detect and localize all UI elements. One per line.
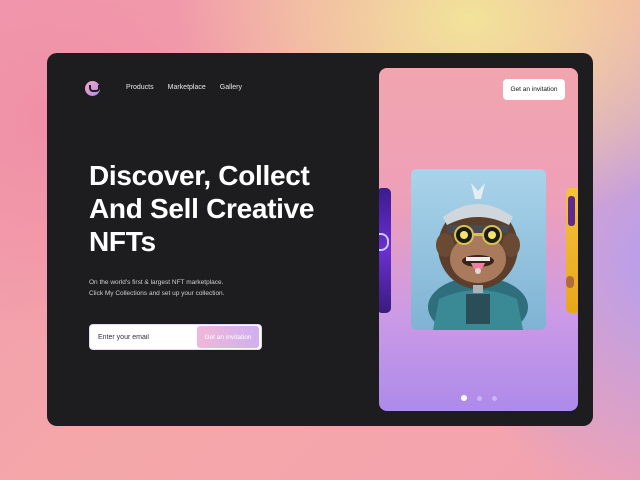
headline-line: Discover, Collect bbox=[89, 160, 310, 191]
carousel-dot-2[interactable] bbox=[477, 395, 482, 401]
headline-line: And Sell Creative bbox=[89, 193, 315, 224]
hero-card: Products Marketplace Gallery Discover, C… bbox=[47, 53, 593, 426]
headline-line: NFTs bbox=[89, 226, 156, 257]
subtitle-line: On the world's first & largest NFT marke… bbox=[89, 279, 224, 286]
carousel-dot-1[interactable] bbox=[461, 395, 467, 401]
nav-gallery[interactable]: Gallery bbox=[220, 84, 242, 91]
get-invitation-button[interactable]: Get an invitation bbox=[503, 79, 565, 100]
main-nav: Products Marketplace Gallery bbox=[126, 84, 242, 91]
email-get-invitation-button[interactable]: Get an invitation bbox=[197, 326, 259, 348]
email-input[interactable] bbox=[98, 333, 197, 341]
hero-subtitle: On the world's first & largest NFT marke… bbox=[89, 277, 309, 299]
subtitle-line: Click My Collections and set up your col… bbox=[89, 290, 225, 297]
email-signup-form: Get an invitation bbox=[89, 324, 262, 350]
carousel-dots bbox=[461, 395, 497, 401]
hero-headline: Discover, Collect And Sell Creative NFTs bbox=[89, 159, 339, 258]
carousel-next-card[interactable] bbox=[566, 188, 578, 313]
nav-products[interactable]: Products bbox=[126, 84, 154, 91]
nft-showcase-panel: Get an invitation bbox=[379, 68, 578, 411]
carousel-dot-3[interactable] bbox=[492, 395, 497, 401]
ape-nft-artwork-icon[interactable] bbox=[411, 169, 546, 330]
carousel-prev-card[interactable] bbox=[379, 188, 391, 313]
nav-marketplace[interactable]: Marketplace bbox=[168, 84, 206, 91]
logo-icon[interactable] bbox=[85, 81, 100, 96]
